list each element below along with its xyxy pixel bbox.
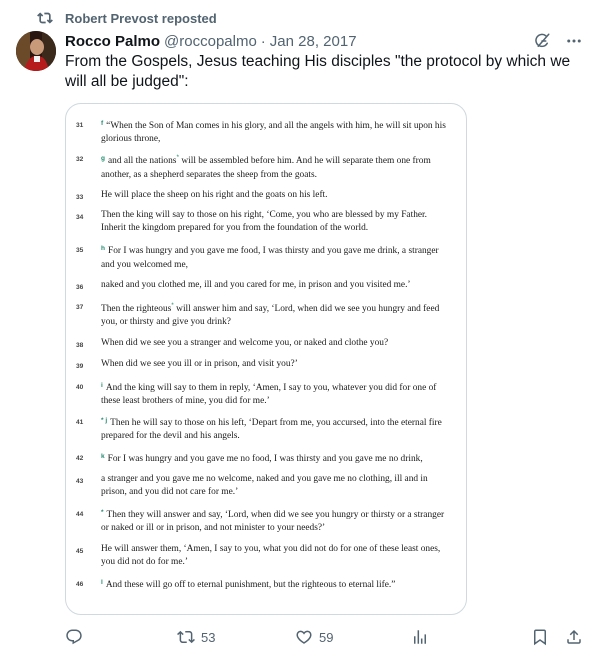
repost-icon	[177, 630, 195, 644]
verse-text: He will answer them, ‘Amen, I say to you…	[101, 543, 441, 567]
verse-row: 43 a stranger and you gave me no welcome,…	[76, 473, 454, 499]
verse-number: 34	[76, 214, 84, 222]
verse-text: * j Then he will say to those on his left…	[101, 417, 442, 442]
bible-passage: 31 f “When the Son of Man comes in his glo…	[66, 104, 466, 592]
author-handle[interactable]: @roccopalmo	[164, 33, 257, 50]
footnote-asterisk[interactable]: *	[171, 302, 174, 309]
verse-row: 34 Then the king will say to those on his…	[76, 209, 454, 235]
bookmark-button[interactable]	[531, 628, 565, 646]
repost-count: 53	[201, 629, 216, 645]
verse-text: Then the righteous* will answer him and …	[101, 302, 440, 328]
verse-text: He will place the sheep on his right and…	[101, 189, 328, 200]
verse-number: 39	[76, 362, 84, 370]
verse-text: h For I was hungry and you gave me food, …	[101, 245, 439, 270]
verse-text: * Then they will answer and say, ‘Lord, w…	[101, 509, 445, 534]
post-date[interactable]: Jan 28, 2017	[270, 33, 357, 50]
footnote-marker[interactable]: g	[101, 155, 105, 162]
verse-text: a stranger and you gave me no welcome, n…	[101, 473, 428, 498]
verse-row: 38 When did we see you a stranger and wel…	[76, 337, 454, 352]
verse-number: 37	[76, 304, 84, 312]
footnote-marker[interactable]: * j	[101, 417, 107, 424]
repost-label: Robert Prevost reposted	[65, 10, 217, 26]
verse-row: 41 * j Then he will say to those on his le…	[76, 414, 454, 443]
verse-row: 37 Then the righteous* will answer him an…	[76, 299, 454, 329]
verse-text: f “When the Son of Man comes in his glory…	[101, 120, 446, 145]
footnote-marker[interactable]: l	[101, 579, 103, 586]
post-text: From the Gospels, Jesus teaching His dis…	[65, 53, 571, 90]
like-icon	[296, 630, 312, 644]
verse-number: 46	[76, 581, 84, 589]
avatar[interactable]	[16, 31, 56, 71]
verse-row: 35 h For I was hungry and you gave me food…	[76, 242, 454, 271]
repost-button[interactable]: 53	[177, 628, 295, 646]
footnote-marker[interactable]: *	[101, 509, 104, 516]
verse-number: 44	[76, 511, 84, 519]
verse-row: 45 He will answer them, ‘Amen, I say to y…	[76, 543, 454, 569]
views-icon	[414, 630, 426, 644]
verse-row: 42 k For I was hungry and you gave me no f…	[76, 450, 454, 466]
action-bar: 53 59	[65, 626, 585, 648]
verse-number: 33	[76, 193, 84, 201]
verse-number: 41	[76, 419, 84, 427]
verse-text: When did we see you a stranger and welco…	[101, 338, 389, 349]
footnote-marker[interactable]: h	[101, 245, 105, 252]
share-button[interactable]	[565, 628, 583, 646]
verse-text: i And the king will say to them in reply,…	[101, 381, 437, 407]
verse-text: g and all the nations* will be assembled …	[101, 154, 431, 180]
verse-row: 32 g and all the nations* will be assemble…	[76, 151, 454, 181]
like-count: 59	[319, 629, 334, 645]
footnote-marker[interactable]: i	[101, 382, 103, 389]
verse-row: 44 * Then they will answer and say, ‘Lord,…	[76, 506, 454, 535]
post-image[interactable]: 31 f “When the Son of Man comes in his glo…	[65, 103, 467, 615]
verse-row: 31 f “When the Son of Man comes in his glo…	[76, 117, 454, 146]
grok-icon[interactable]	[533, 32, 551, 50]
repost-indicator[interactable]: Robert Prevost reposted	[37, 9, 217, 27]
views-button[interactable]	[411, 628, 531, 646]
verse-text: l And these will go off to eternal punish…	[101, 579, 396, 591]
separator-dot: ·	[260, 32, 266, 50]
verse-number: 38	[76, 342, 84, 350]
footnote-marker[interactable]: k	[101, 453, 105, 460]
like-button[interactable]: 59	[295, 628, 411, 646]
verse-row: 36 naked and you clothed me, ill and you …	[76, 279, 454, 294]
more-icon[interactable]	[565, 32, 583, 50]
verse-text: k For I was hungry and you gave me no foo…	[101, 452, 423, 464]
author-name[interactable]: Rocco Palmo	[65, 33, 160, 50]
verse-number: 36	[76, 283, 84, 291]
verse-text: When did we see you ill or in prison, an…	[101, 358, 298, 369]
share-icon	[567, 629, 581, 644]
verse-row: 46 l And these will go off to eternal puni…	[76, 576, 454, 592]
repost-icon	[37, 12, 53, 24]
footnote-asterisk[interactable]: *	[176, 154, 179, 161]
verse-text: Then the king will say to those on his r…	[101, 210, 427, 234]
footnote-marker[interactable]: f	[101, 120, 103, 127]
verse-number: 45	[76, 547, 84, 555]
verse-number: 31	[76, 122, 84, 129]
verse-text: naked and you clothed me, ill and you ca…	[101, 279, 411, 290]
verse-number: 35	[76, 247, 84, 255]
reply-button[interactable]	[65, 628, 177, 646]
verse-number: 40	[76, 383, 84, 391]
verse-number: 43	[76, 477, 84, 485]
verse-number: 32	[76, 156, 84, 164]
verse-row: 33 He will place the sheep on his right a…	[76, 189, 454, 204]
verse-number: 42	[76, 454, 84, 462]
reply-icon	[66, 629, 82, 645]
verse-row: 39 When did we see you ill or in prison, …	[76, 358, 454, 373]
verse-row: 40 i And the king will say to them in repl…	[76, 379, 454, 408]
bookmark-icon	[534, 629, 546, 646]
